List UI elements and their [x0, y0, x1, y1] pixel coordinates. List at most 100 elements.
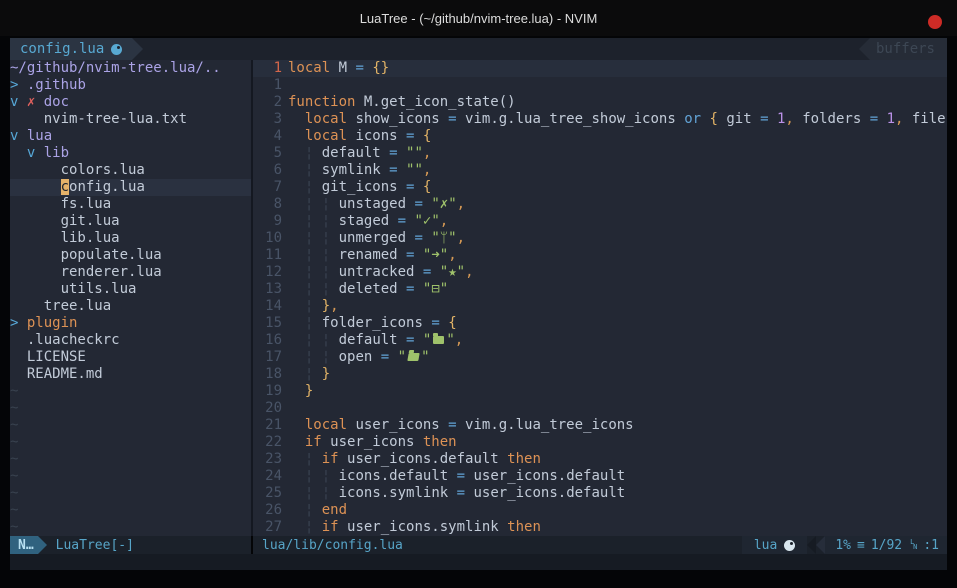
- statusline-file-path: lua/lib/config.lua: [262, 538, 403, 553]
- tree-row[interactable]: > .github: [10, 77, 251, 94]
- text-segment: or: [684, 111, 701, 127]
- code-line[interactable]: 23 ¦ if user_icons.default then: [253, 451, 947, 468]
- text-segment: =: [870, 111, 878, 127]
- tilde: ~: [10, 417, 18, 433]
- text-segment: open: [330, 349, 381, 365]
- text-segment: README.md: [10, 366, 103, 382]
- code-line[interactable]: 9 ¦ ¦ staged = "✓",: [253, 213, 947, 230]
- tree-row[interactable]: v lua: [10, 128, 251, 145]
- code-line[interactable]: 6 ¦ symlink = "",: [253, 162, 947, 179]
- tree-row[interactable]: lib.lua: [10, 230, 251, 247]
- tree-row[interactable]: tree.lua: [10, 298, 251, 315]
- text-segment: ¦: [322, 468, 330, 484]
- code-line[interactable]: 5 ¦ default = "",: [253, 145, 947, 162]
- code-line[interactable]: 18 ¦ }: [253, 366, 947, 383]
- tree-row[interactable]: LICENSE: [10, 349, 251, 366]
- lines-icon: ≡: [857, 538, 865, 553]
- code-line[interactable]: 20: [253, 400, 947, 417]
- code-line[interactable]: 7 ¦ git_icons = {: [253, 179, 947, 196]
- code-line[interactable]: 26 ¦ end: [253, 502, 947, 519]
- code-line[interactable]: 1local M = {}: [253, 60, 947, 77]
- code-line[interactable]: 24 ¦ ¦ icons.default = user_icons.defaul…: [253, 468, 947, 485]
- text-segment: "★": [440, 264, 465, 280]
- code-line[interactable]: 2function M.get_icon_state(): [253, 94, 947, 111]
- text-segment: fs.lua: [10, 196, 111, 212]
- powerline-separator-icon: [816, 536, 825, 554]
- line-number: 11: [253, 247, 282, 264]
- code-line[interactable]: 14 ¦ },: [253, 298, 947, 315]
- tree-row[interactable]: colors.lua: [10, 162, 251, 179]
- command-line[interactable]: [10, 554, 947, 570]
- mode-indicator: N…: [10, 536, 38, 554]
- text-segment: ¦: [322, 485, 330, 501]
- tilde: ~: [10, 400, 18, 416]
- statusline-position-segment: 1% ≡ 1/92 LN :1: [825, 536, 947, 554]
- tab-config-lua[interactable]: config.lua: [10, 38, 132, 60]
- text-segment: =: [389, 162, 397, 178]
- text-segment: =: [414, 230, 422, 246]
- tree-row[interactable]: nvim-tree-lua.txt: [10, 111, 251, 128]
- code-line[interactable]: 27 ¦ if user_icons.symlink then: [253, 519, 947, 536]
- text-segment: doc: [44, 94, 69, 110]
- tree-row[interactable]: .luacheckrc: [10, 332, 251, 349]
- code-line[interactable]: 17 ¦ ¦ open = "": [253, 349, 947, 366]
- text-segment: plugin: [27, 315, 78, 331]
- code-line[interactable]: 25 ¦ ¦ icons.symlink = user_icons.defaul…: [253, 485, 947, 502]
- text-segment: [398, 162, 406, 178]
- tree-row[interactable]: > plugin: [10, 315, 251, 332]
- tabline-spacer: [143, 38, 859, 60]
- code-editor-panel[interactable]: 1local M = {}12function M.get_icon_state…: [253, 60, 947, 536]
- tree-row[interactable]: config.lua: [10, 179, 251, 196]
- code-line[interactable]: 21 local user_icons = vim.g.lua_tree_ico…: [253, 417, 947, 434]
- lua-moon-icon: [111, 44, 122, 55]
- tree-row[interactable]: utils.lua: [10, 281, 251, 298]
- text-segment: v: [10, 94, 27, 110]
- line-number: 18: [253, 366, 282, 383]
- tree-row[interactable]: populate.lua: [10, 247, 251, 264]
- text-segment: [440, 315, 448, 331]
- line-number: 2: [253, 94, 282, 111]
- code-line[interactable]: 11 ¦ ¦ renamed = "➜",: [253, 247, 947, 264]
- code-line[interactable]: 4 local icons = {: [253, 128, 947, 145]
- tree-row[interactable]: README.md: [10, 366, 251, 383]
- tree-row[interactable]: v lib: [10, 145, 251, 162]
- text-segment: M: [330, 60, 355, 76]
- tree-row[interactable]: git.lua: [10, 213, 251, 230]
- text-segment: }: [322, 366, 330, 382]
- title-bar: LuaTree - (~/github/nvim-tree.lua) - NVI…: [0, 0, 957, 36]
- code-line[interactable]: 19 }: [253, 383, 947, 400]
- code-line[interactable]: 13 ¦ ¦ deleted = "⊟": [253, 281, 947, 298]
- text-segment: if: [322, 451, 339, 467]
- code-line[interactable]: 12 ¦ ¦ untracked = "★",: [253, 264, 947, 281]
- text-segment: [288, 417, 305, 433]
- empty-line-tilde: ~: [10, 468, 251, 485]
- close-button[interactable]: [928, 15, 942, 29]
- filetype-label: lua: [754, 538, 777, 553]
- code-line[interactable]: 15 ¦ folder_icons = {: [253, 315, 947, 332]
- scroll-percent: 1%: [835, 538, 851, 553]
- empty-line-tilde: ~: [10, 502, 251, 519]
- file-tree-panel[interactable]: ~/github/nvim-tree.lua/..> .githubv ✗ do…: [10, 60, 251, 536]
- tree-row[interactable]: renderer.lua: [10, 264, 251, 281]
- text-segment: local: [305, 111, 347, 127]
- column-number: :1: [923, 538, 939, 553]
- text-segment: ,: [455, 332, 463, 348]
- tree-row[interactable]: ~/github/nvim-tree.lua/..: [10, 60, 251, 77]
- text-segment: populate.lua: [10, 247, 162, 263]
- buffers-label[interactable]: buffers: [870, 38, 947, 60]
- code-line[interactable]: 10 ¦ ¦ unmerged = "ᛘ",: [253, 230, 947, 247]
- code-line[interactable]: 3 local show_icons = vim.g.lua_tree_show…: [253, 111, 947, 128]
- tree-row[interactable]: fs.lua: [10, 196, 251, 213]
- text-segment: ¦: [322, 264, 330, 280]
- text-segment: "✗": [431, 196, 456, 212]
- code-line[interactable]: 22 if user_icons then: [253, 434, 947, 451]
- line-number: 8: [253, 196, 282, 213]
- code-line[interactable]: 8 ¦ ¦ unstaged = "✗",: [253, 196, 947, 213]
- text-segment: "✓": [414, 213, 439, 229]
- tree-row[interactable]: v ✗ doc: [10, 94, 251, 111]
- text-segment: lib: [44, 145, 69, 161]
- text-segment: folder_icons: [313, 315, 431, 331]
- code-line[interactable]: 16 ¦ ¦ default = "",: [253, 332, 947, 349]
- code-line[interactable]: 1: [253, 77, 947, 94]
- text-segment: user_icons.default: [465, 468, 625, 484]
